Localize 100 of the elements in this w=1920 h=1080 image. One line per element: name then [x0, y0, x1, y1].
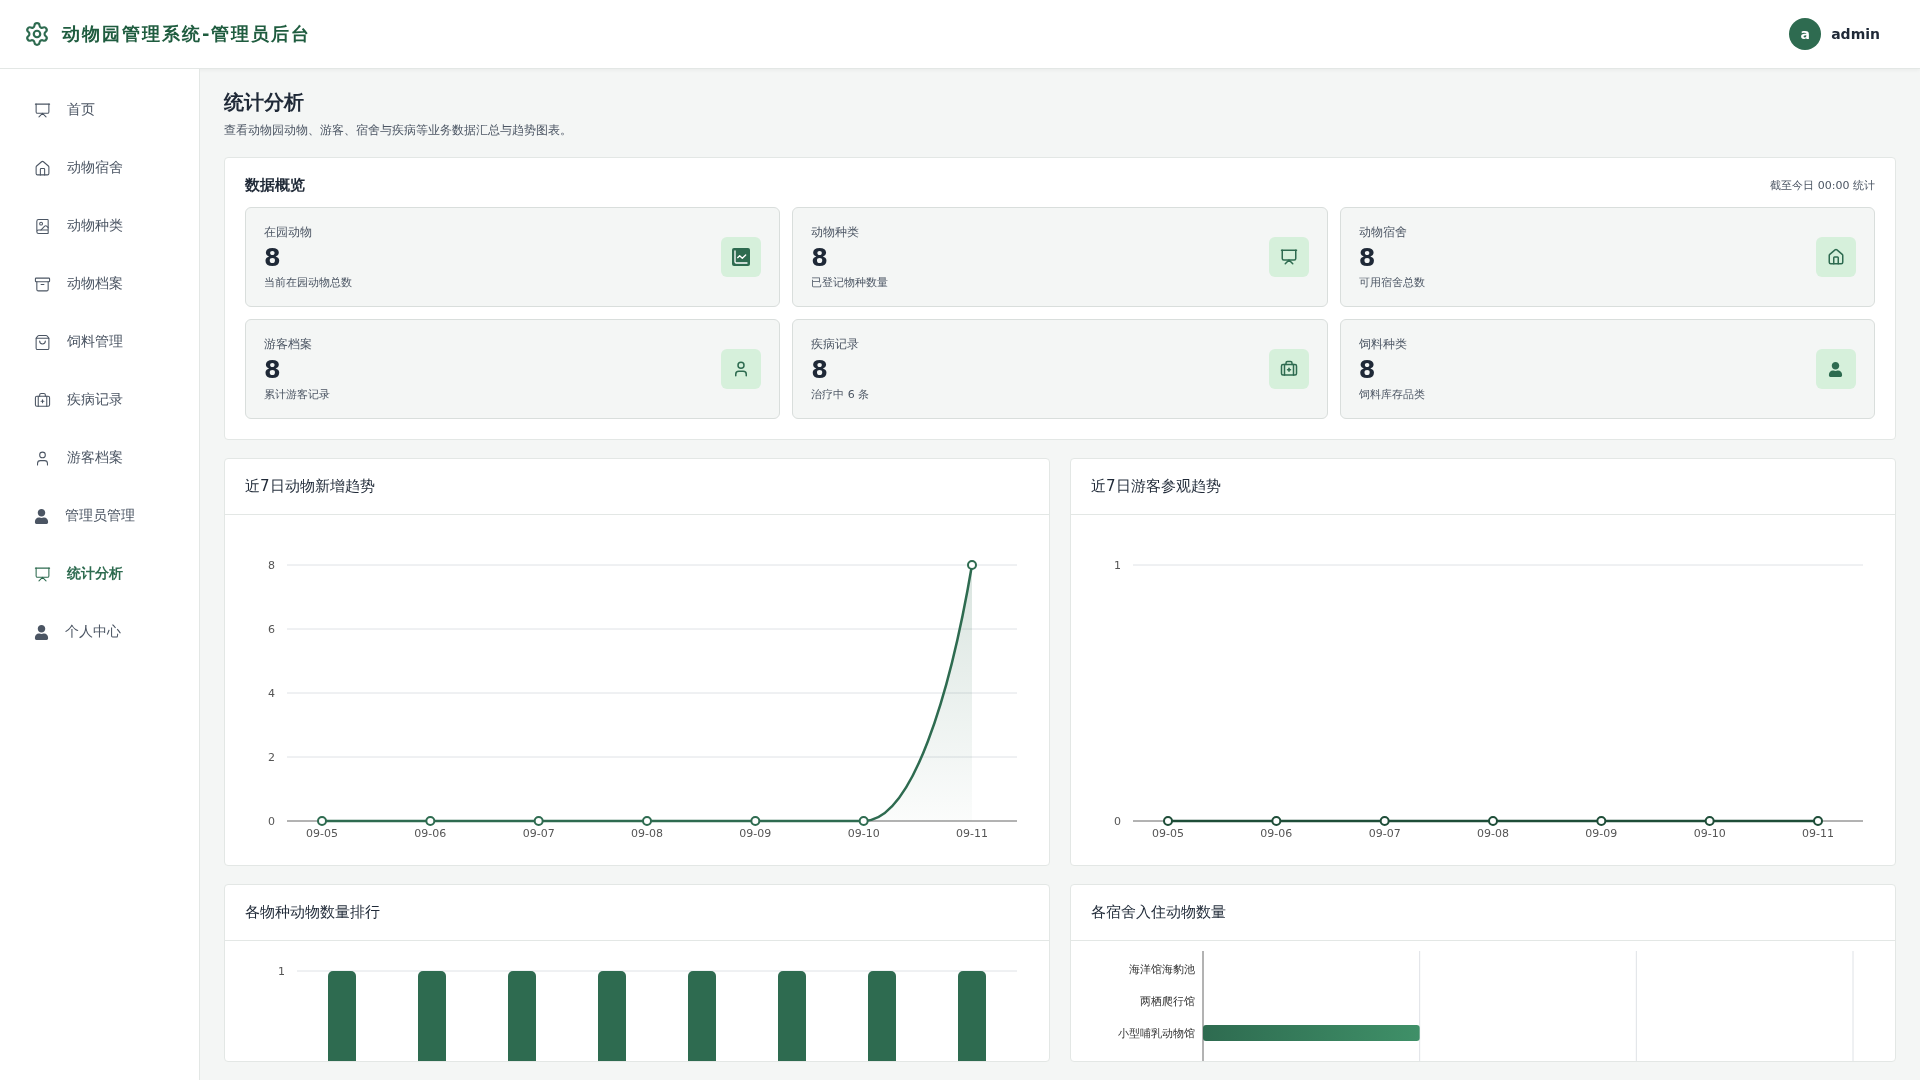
user-avatar[interactable]: a: [1789, 18, 1822, 50]
presentation-icon: [1268, 237, 1309, 277]
axis-label: 09-10: [847, 827, 880, 840]
stat-caption: 已登记物种数量: [811, 275, 889, 291]
axis-label: 两栖爬行馆: [1140, 995, 1195, 1008]
stat-caption: 累计游客记录: [264, 387, 330, 403]
axis-label: 0: [268, 815, 275, 828]
axis-label: 09-08: [1477, 827, 1509, 840]
axis-label: 09-06: [1260, 827, 1293, 840]
chart-title: 近7日动物新增趋势: [225, 459, 1049, 515]
axis-label: 09-06: [414, 827, 447, 840]
page-title: 统计分析: [224, 89, 305, 116]
axis-label: 0: [1114, 815, 1121, 828]
house-icon: [34, 159, 51, 177]
sidebar-item[interactable]: 饲料管理: [0, 313, 199, 371]
sidebar-item[interactable]: 动物档案: [0, 255, 199, 313]
user-icon: [34, 449, 51, 467]
user-icon: [721, 349, 762, 389]
sidebar-label: 个人中心: [65, 623, 121, 641]
chart-title: 各物种动物数量排行: [225, 885, 1049, 941]
settings-icon: [24, 21, 50, 47]
section-title: 数据概览: [245, 176, 305, 195]
medical-kit-icon: [34, 391, 51, 409]
sidebar-label: 管理员管理: [65, 507, 135, 525]
axis-label: 09-11: [1802, 827, 1834, 840]
stat-label: 疾病记录: [811, 335, 861, 353]
sidebar-item[interactable]: 管理员管理: [0, 487, 199, 545]
data-point: [1163, 816, 1173, 826]
stats-note: 截至今日 00:00 统计: [1770, 178, 1875, 193]
stat-value: 8: [1358, 356, 1377, 384]
presentation-icon: [34, 101, 51, 119]
data-point: [1488, 816, 1498, 826]
archive-icon: [34, 275, 51, 293]
sidebar-item[interactable]: 首页: [0, 81, 199, 139]
axis-label: 09-07: [1368, 827, 1401, 840]
sidebar-label: 饲料管理: [67, 333, 123, 351]
axis-label: 小型哺乳动物馆: [1118, 1027, 1195, 1040]
stat-caption: 当前在园动物总数: [264, 275, 352, 291]
data-point: [750, 816, 761, 826]
stat-label: 动物种类: [811, 223, 861, 241]
axis-label: 09-09: [739, 827, 772, 840]
stat-value: 8: [264, 356, 282, 384]
sidebar-item[interactable]: 个人中心: [0, 603, 199, 661]
data-point: [1271, 816, 1282, 826]
user-icon: [34, 508, 49, 524]
presentation-icon: [34, 565, 51, 583]
stat-value: 8: [264, 244, 282, 272]
user-name[interactable]: admin: [1831, 26, 1880, 42]
chart-icon: [721, 237, 762, 277]
sidebar-label: 统计分析: [67, 565, 123, 583]
sidebar-item[interactable]: 游客档案: [0, 429, 199, 487]
stat-label: 动物宿舍: [1358, 223, 1408, 241]
axis-label: 09-05: [1152, 827, 1184, 840]
axis-label: 8: [268, 559, 275, 572]
axis-label: 09-08: [631, 827, 663, 840]
medical-kit-icon: [1268, 349, 1309, 389]
data-point: [1596, 816, 1607, 826]
chart-title: 近7日游客参观趋势: [1071, 459, 1895, 515]
stat-value: 8: [811, 356, 830, 384]
stat-caption: 可用宿舍总数: [1358, 275, 1425, 291]
sidebar-label: 动物档案: [67, 275, 123, 293]
sidebar-item[interactable]: 统计分析: [0, 545, 199, 603]
stat-label: 饲料种类: [1358, 335, 1408, 353]
axis-label: 09-11: [956, 827, 988, 840]
user-icon: [34, 624, 49, 640]
sidebar-item[interactable]: 动物种类: [0, 197, 199, 255]
stat-value: 8: [1358, 244, 1377, 272]
data-point: [317, 816, 327, 826]
sidebar-label: 动物种类: [67, 217, 123, 235]
data-point: [967, 560, 977, 570]
axis-label: 4: [268, 687, 275, 700]
sidebar-item[interactable]: 动物宿舍: [0, 139, 199, 197]
axis-label: 09-05: [306, 827, 338, 840]
stat-label: 在园动物: [264, 223, 313, 241]
data-point: [425, 816, 436, 826]
data-point: [533, 816, 544, 826]
app-title: 动物园管理系统-管理员后台: [62, 22, 312, 46]
stat-caption: 治疗中 6 条: [811, 387, 870, 403]
data-point: [1813, 816, 1823, 826]
sidebar-item[interactable]: 疾病记录: [0, 371, 199, 429]
sidebar-label: 游客档案: [67, 449, 123, 467]
data-point: [858, 816, 869, 826]
house-icon: [1816, 237, 1856, 277]
stat-label: 游客档案: [264, 335, 313, 353]
stat-value: 8: [811, 244, 830, 272]
sidebar-label: 首页: [67, 101, 95, 119]
user-icon: [1816, 349, 1856, 389]
axis-label: 1: [1114, 559, 1121, 572]
axis-label: 海洋馆海豹池: [1129, 963, 1195, 976]
bag-icon: [34, 333, 51, 351]
axis-label: 09-07: [522, 827, 555, 840]
stat-caption: 饲料库存品类: [1358, 387, 1425, 403]
sidebar-label: 动物宿舍: [67, 159, 123, 177]
data-point: [1379, 816, 1390, 826]
axis-label: 09-10: [1693, 827, 1726, 840]
sidebar-label: 疾病记录: [67, 391, 123, 409]
data-point: [1704, 816, 1715, 826]
axis-label: 2: [268, 751, 275, 764]
axis-label: 1: [278, 965, 285, 978]
axis-label: 6: [268, 623, 275, 636]
